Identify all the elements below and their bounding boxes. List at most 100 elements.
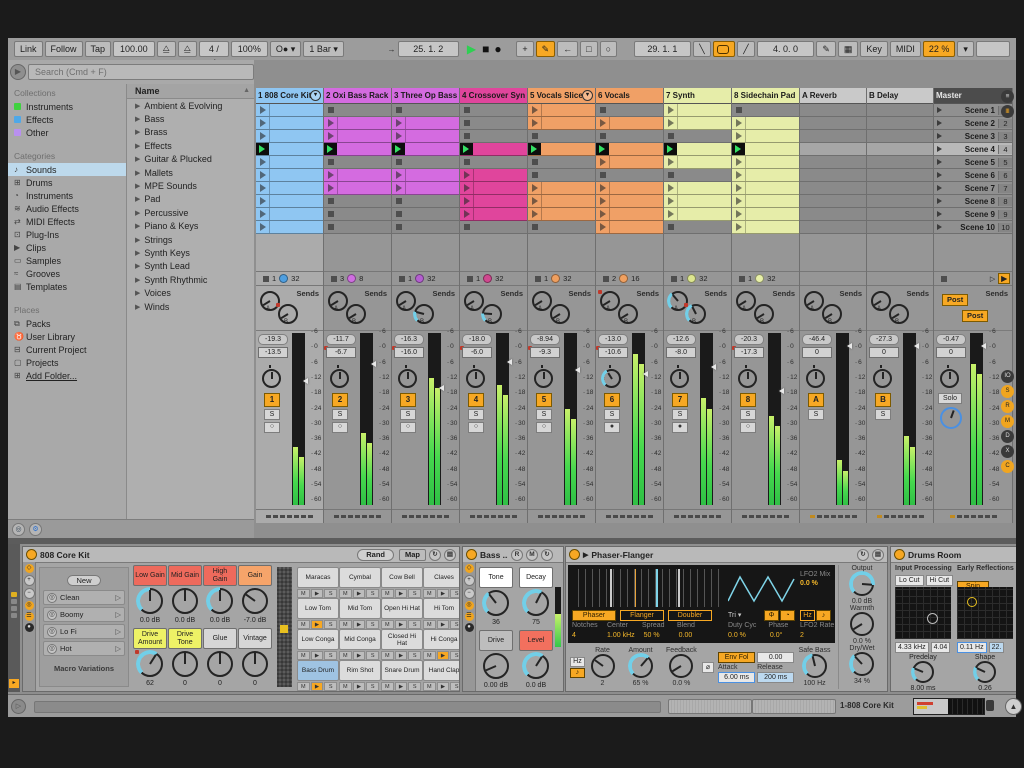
param-value[interactable]: 0.0° [770, 632, 783, 639]
warmth-knob[interactable] [850, 612, 874, 636]
clip-stop-slot[interactable] [732, 104, 799, 117]
devices-toggle[interactable]: ● [25, 623, 34, 632]
lfo2-mix-value[interactable]: 0.0 % [800, 580, 818, 587]
clip[interactable] [256, 130, 323, 143]
macro-knob[interactable] [207, 588, 233, 614]
stop-all-clips-button[interactable] [941, 276, 947, 282]
expand-arrow-icon[interactable]: ▶ [135, 276, 140, 284]
sidebar-item-audio-effects[interactable]: ≋Audio Effects [8, 202, 126, 215]
expand-arrow-icon[interactable]: ▶ [135, 209, 140, 217]
volume-fader-handle[interactable] [371, 361, 376, 367]
macro-knob[interactable] [483, 590, 509, 616]
send-b-post-toggle[interactable]: Post [962, 310, 988, 322]
sidebar-item-user-library[interactable]: ♉User Library [8, 330, 126, 343]
track-header[interactable]: 1 808 Core Kit▾ [256, 88, 323, 104]
lfo2-sync-toggle[interactable]: ♪ [816, 610, 831, 621]
track-header[interactable]: 3 Three Op Bass [392, 88, 459, 104]
track-stop-button[interactable] [603, 276, 609, 282]
macro-variation-row[interactable]: ◎Boomy▷ [43, 607, 125, 622]
mode-flanger[interactable]: Flanger [620, 610, 664, 621]
macro-knob[interactable] [242, 651, 268, 677]
pan-knob[interactable] [262, 369, 281, 388]
param-value[interactable]: 0.0 % [728, 632, 746, 639]
sidebar-item-drums[interactable]: ⊞Drums [8, 176, 126, 189]
clip[interactable] [732, 208, 799, 221]
rand-button[interactable]: Rand [357, 549, 394, 561]
clip-stop-slot[interactable] [392, 208, 459, 221]
pad-mute-button[interactable]: M [423, 620, 436, 629]
pad-play-button[interactable]: ▶ [311, 651, 324, 660]
clip[interactable] [324, 117, 391, 130]
info-icon[interactable]: ⚙ [29, 523, 42, 536]
volume-field[interactable]: 0 [869, 347, 899, 358]
clip[interactable] [256, 156, 323, 169]
pad-mute-button[interactable]: M [381, 620, 394, 629]
clip-stop-slot[interactable] [392, 195, 459, 208]
browser-toggle-icon[interactable]: ▶ [10, 64, 26, 80]
drum-pad[interactable]: Low Conga M ▶ S [297, 629, 338, 660]
browser-list-header[interactable]: Name▲ [127, 84, 254, 99]
pad-solo-button[interactable]: S [324, 589, 337, 598]
clip[interactable] [732, 182, 799, 195]
pad-mute-button[interactable]: M [381, 651, 394, 660]
macro-value[interactable]: 0.0 dB [203, 617, 237, 624]
view-toggle-icon[interactable]: ≡ [1001, 90, 1014, 103]
pad-solo-button[interactable]: S [366, 682, 379, 691]
drum-pad[interactable]: Cow Bell M ▶ S [381, 567, 422, 598]
solo-button[interactable]: S [875, 409, 891, 420]
device-title[interactable]: Drums Room [908, 550, 961, 560]
solo-button[interactable]: S [332, 409, 348, 420]
macro-toggle[interactable]: ◎ [25, 601, 34, 610]
expand-arrow-icon[interactable]: ▶ [135, 222, 140, 230]
macro-value[interactable]: 62 [133, 680, 167, 687]
pad-play-button[interactable]: ▶ [311, 589, 324, 598]
drum-pad[interactable]: Hi Conga M ▶ S [423, 629, 460, 660]
pad-mute-button[interactable]: M [297, 682, 310, 691]
tap-button[interactable]: Tap [85, 41, 112, 57]
pad-play-button[interactable]: ▶ [311, 682, 324, 691]
macro-value[interactable]: 0.0 dB [133, 617, 167, 624]
track-header[interactable]: 7 Synth [664, 88, 731, 104]
m-button[interactable]: M [526, 549, 538, 561]
browser-folder[interactable]: ▶Effects [127, 139, 254, 152]
crossfade-assign[interactable] [732, 509, 799, 523]
param-value[interactable]: 100 Hz [794, 680, 835, 687]
back-to-arrangement-button[interactable]: ← [557, 41, 578, 57]
clip[interactable] [596, 182, 663, 195]
pad-mute-button[interactable]: M [423, 682, 436, 691]
expand-arrow-icon[interactable]: ▶ [135, 155, 140, 163]
volume-field[interactable]: -8.0 [666, 347, 696, 358]
clip[interactable] [256, 182, 323, 195]
pad-play-button[interactable]: ▶ [437, 589, 450, 598]
clip-playing[interactable] [392, 143, 459, 156]
macro-variations-toggle[interactable]: ◇ [465, 564, 474, 573]
spin-amount-value[interactable]: 22. [989, 642, 1005, 653]
clip[interactable] [460, 208, 527, 221]
mixer-section-toggle-d[interactable]: D [1001, 430, 1014, 443]
peak-level-field[interactable]: -20.3 [734, 334, 764, 345]
browser-folder[interactable]: ▶Piano & Keys [127, 220, 254, 233]
macro-knob[interactable] [172, 651, 198, 677]
pad-play-button[interactable]: ▶ [353, 682, 366, 691]
predelay-value[interactable]: 8.00 ms [895, 685, 951, 692]
clip-stop-slot[interactable] [664, 169, 731, 182]
camera-icon[interactable]: ◎ [47, 644, 57, 654]
volume-fader-handle[interactable] [507, 359, 512, 365]
peak-level-field[interactable]: -27.3 [869, 334, 899, 345]
map-button[interactable]: Map [399, 549, 426, 561]
new-midi-button[interactable]: + [516, 41, 533, 57]
clip[interactable] [732, 117, 799, 130]
clip-stop-slot[interactable] [460, 130, 527, 143]
pad-solo-button[interactable]: S [450, 682, 460, 691]
clip[interactable] [732, 195, 799, 208]
rate-knob[interactable] [591, 654, 615, 678]
clip[interactable] [256, 117, 323, 130]
cpu-meter[interactable]: 22 % [923, 41, 956, 57]
browser-folder[interactable]: ▶Brass [127, 126, 254, 139]
macro-knob[interactable] [523, 590, 549, 616]
rate-hz-toggle[interactable]: Hz [570, 657, 585, 667]
overdub-button[interactable]: □ [580, 41, 597, 57]
macro-value[interactable]: 75 [519, 619, 553, 626]
save-preset-icon[interactable]: ▤ [444, 549, 456, 561]
macro-knob[interactable] [207, 651, 233, 677]
